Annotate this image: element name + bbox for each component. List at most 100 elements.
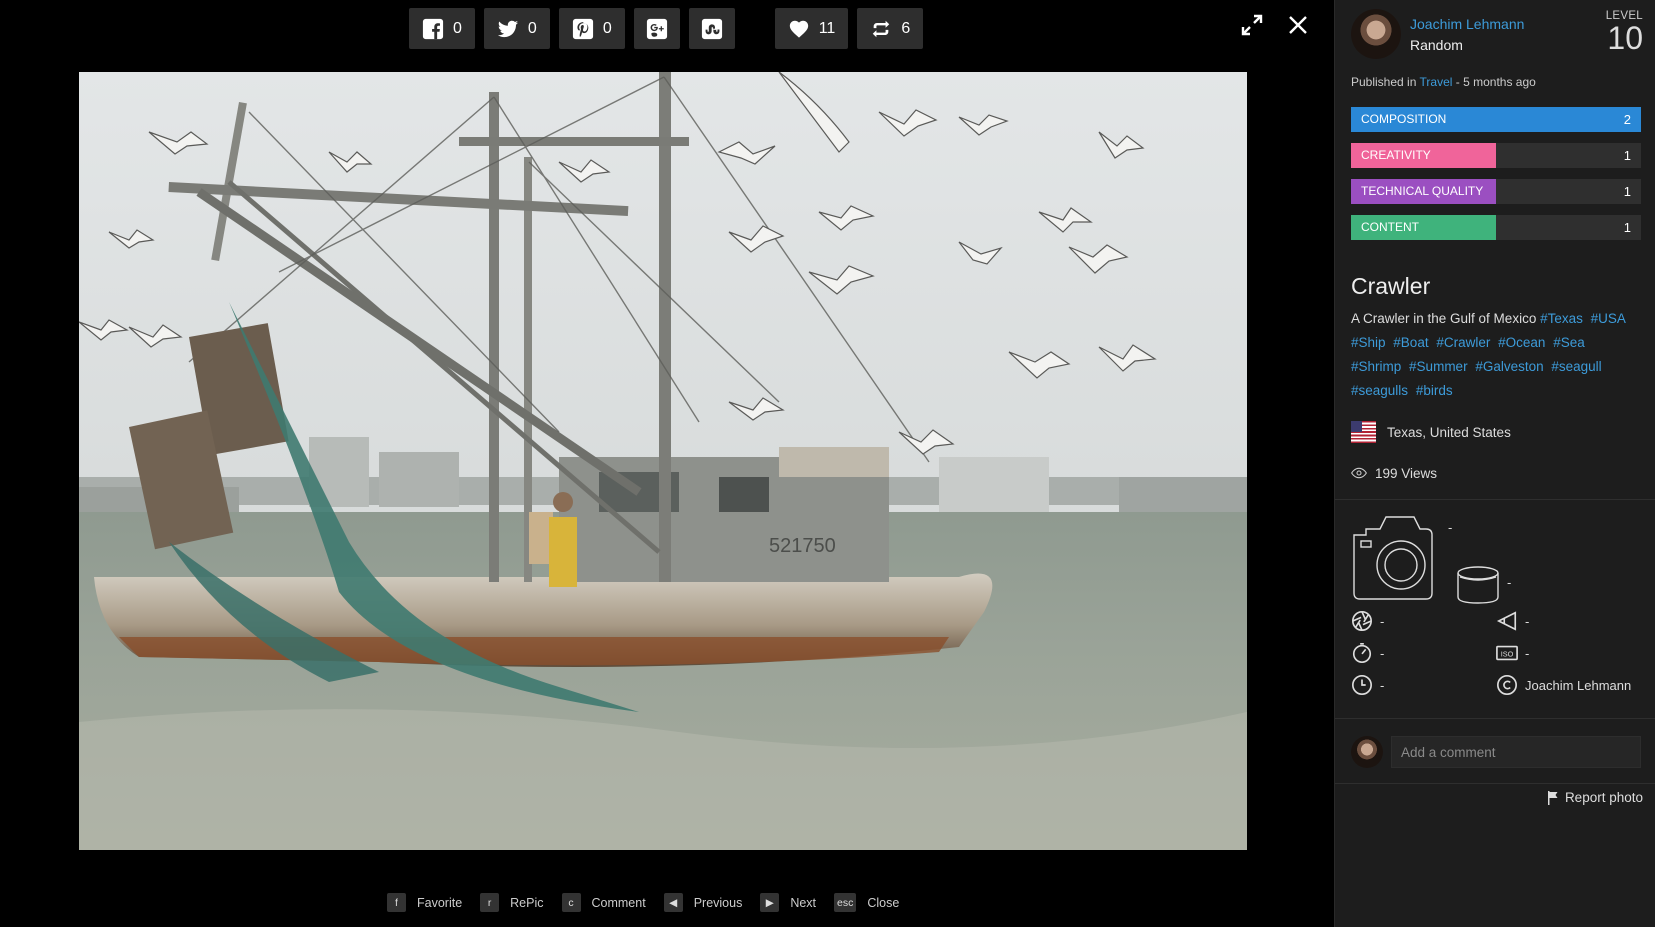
aperture-value: -	[1380, 613, 1385, 629]
tag-link[interactable]: #Sea	[1553, 335, 1585, 350]
comment-input[interactable]	[1391, 736, 1641, 768]
tag-link[interactable]: #birds	[1416, 383, 1453, 398]
lens-value: -	[1507, 574, 1512, 590]
heart-icon	[789, 20, 808, 38]
share-bar: 0 0 0 11 6	[409, 8, 924, 49]
us-flag-icon	[1351, 421, 1376, 443]
report-label: Report photo	[1564, 790, 1643, 805]
divider	[1335, 718, 1655, 719]
focal-length-value: -	[1525, 613, 1530, 629]
published-prefix: Published in	[1351, 75, 1417, 89]
shortcut-label: Comment	[591, 895, 646, 910]
repic-icon	[873, 20, 890, 37]
exif-lens: -	[1456, 565, 1511, 605]
shortcut-key: esc	[834, 893, 857, 912]
shortcut-close[interactable]: esc Close	[834, 893, 899, 912]
tag-link[interactable]: #Ocean	[1498, 335, 1545, 350]
photo-title: Crawler	[1351, 273, 1431, 299]
report-photo-link[interactable]: Report photo	[1547, 790, 1643, 805]
tag-link[interactable]: #Galveston	[1475, 359, 1543, 374]
exif-copyright: Joachim Lehmann	[1496, 674, 1631, 696]
shortcut-label: Close	[867, 895, 900, 910]
google-plus-share-button[interactable]	[633, 8, 680, 49]
tag-link[interactable]: #Boat	[1393, 335, 1428, 350]
time-value: -	[1380, 677, 1385, 693]
avatar	[1351, 736, 1383, 768]
exif-shutter: -	[1351, 642, 1384, 664]
score-label: CREATIVITY	[1361, 148, 1431, 162]
viewer-controls	[1240, 13, 1310, 37]
shortcut-label: Favorite	[417, 895, 463, 910]
tag-link[interactable]: #Ship	[1351, 335, 1386, 350]
shortcut-favorite[interactable]: f Favorite	[387, 893, 462, 912]
repic-count: 6	[901, 19, 911, 37]
author-name-link[interactable]: Joachim Lehmann	[1410, 16, 1524, 32]
exif-time: -	[1351, 674, 1384, 696]
focal-length-icon	[1496, 611, 1517, 631]
iso-icon: ISO	[1496, 645, 1518, 661]
score-label: COMPOSITION	[1361, 112, 1447, 126]
exif-camera: -	[1351, 515, 1452, 601]
tag-link[interactable]: #Shrimp	[1351, 359, 1401, 374]
copyright-icon	[1497, 675, 1517, 695]
svg-text:521750: 521750	[769, 535, 836, 557]
exif-focal-length: -	[1496, 610, 1529, 632]
like-button[interactable]: 11	[774, 8, 849, 49]
score-composition: COMPOSITION 2	[1351, 107, 1641, 132]
shortcut-next[interactable]: ▶ Next	[760, 893, 816, 912]
tag-link[interactable]: #seagulls	[1351, 383, 1408, 398]
pinterest-count: 0	[602, 19, 612, 37]
score-label: TECHNICAL QUALITY	[1361, 184, 1484, 198]
twitter-count: 0	[527, 19, 537, 37]
facebook-count: 0	[453, 19, 462, 37]
published-time: - 5 months ago	[1455, 75, 1536, 89]
eye-icon	[1351, 467, 1367, 479]
score-creativity: CREATIVITY 1	[1351, 143, 1641, 168]
close-icon[interactable]	[1286, 13, 1310, 37]
stumbleupon-icon	[701, 18, 722, 39]
photo-image: 521750	[79, 72, 1247, 850]
fullscreen-icon[interactable]	[1240, 13, 1264, 37]
tag-link[interactable]: #Crawler	[1436, 335, 1490, 350]
shortcut-previous[interactable]: ◀ Previous	[663, 893, 743, 912]
author-subtitle: Random	[1410, 36, 1463, 53]
category-link[interactable]: Travel	[1420, 75, 1453, 89]
shortcut-key: ◀	[663, 893, 683, 912]
clock-icon	[1352, 675, 1372, 695]
shutter-speed-icon	[1352, 643, 1372, 663]
exif-aperture: -	[1351, 610, 1384, 632]
score-technical-quality: TECHNICAL QUALITY 1	[1351, 179, 1641, 204]
photo-description: A Crawler in the Gulf of Mexico #Texas #…	[1351, 307, 1643, 403]
exif-iso: ISO -	[1496, 642, 1529, 664]
avatar[interactable]	[1351, 9, 1401, 59]
author-block: Joachim Lehmann Random	[1351, 9, 1524, 59]
copyright-value: Joachim Lehmann	[1525, 677, 1632, 693]
facebook-icon	[422, 18, 444, 39]
aperture-icon	[1352, 611, 1372, 631]
score-content: CONTENT 1	[1351, 215, 1641, 240]
lens-icon	[1457, 566, 1499, 604]
shortcut-label: RePic	[510, 895, 544, 910]
camera-icon	[1353, 516, 1433, 600]
facebook-share-button[interactable]: 0	[409, 8, 475, 49]
shortcut-key: c	[561, 893, 581, 912]
shortcut-comment[interactable]: c Comment	[561, 893, 646, 912]
flag-icon	[1547, 790, 1558, 805]
shortcut-repic[interactable]: r RePic	[480, 893, 544, 912]
pinterest-icon	[572, 18, 593, 39]
tag-link[interactable]: #seagull	[1551, 359, 1601, 374]
tag-link[interactable]: #Summer	[1409, 359, 1468, 374]
pinterest-share-button[interactable]: 0	[558, 8, 625, 49]
stumbleupon-share-button[interactable]	[688, 8, 735, 49]
photo-location: Texas, United States	[1351, 421, 1511, 443]
tag-link[interactable]: #USA	[1591, 311, 1626, 326]
score-value: 1	[1623, 148, 1631, 163]
description-text: A Crawler in the Gulf of Mexico	[1351, 311, 1537, 326]
google-plus-icon	[646, 18, 667, 39]
divider	[1335, 783, 1655, 784]
twitter-share-button[interactable]: 0	[483, 8, 550, 49]
repic-button[interactable]: 6	[857, 8, 924, 49]
tag-link[interactable]: #Texas	[1540, 311, 1583, 326]
shortcut-label: Previous	[693, 895, 743, 910]
level-number: 10	[1607, 20, 1643, 56]
